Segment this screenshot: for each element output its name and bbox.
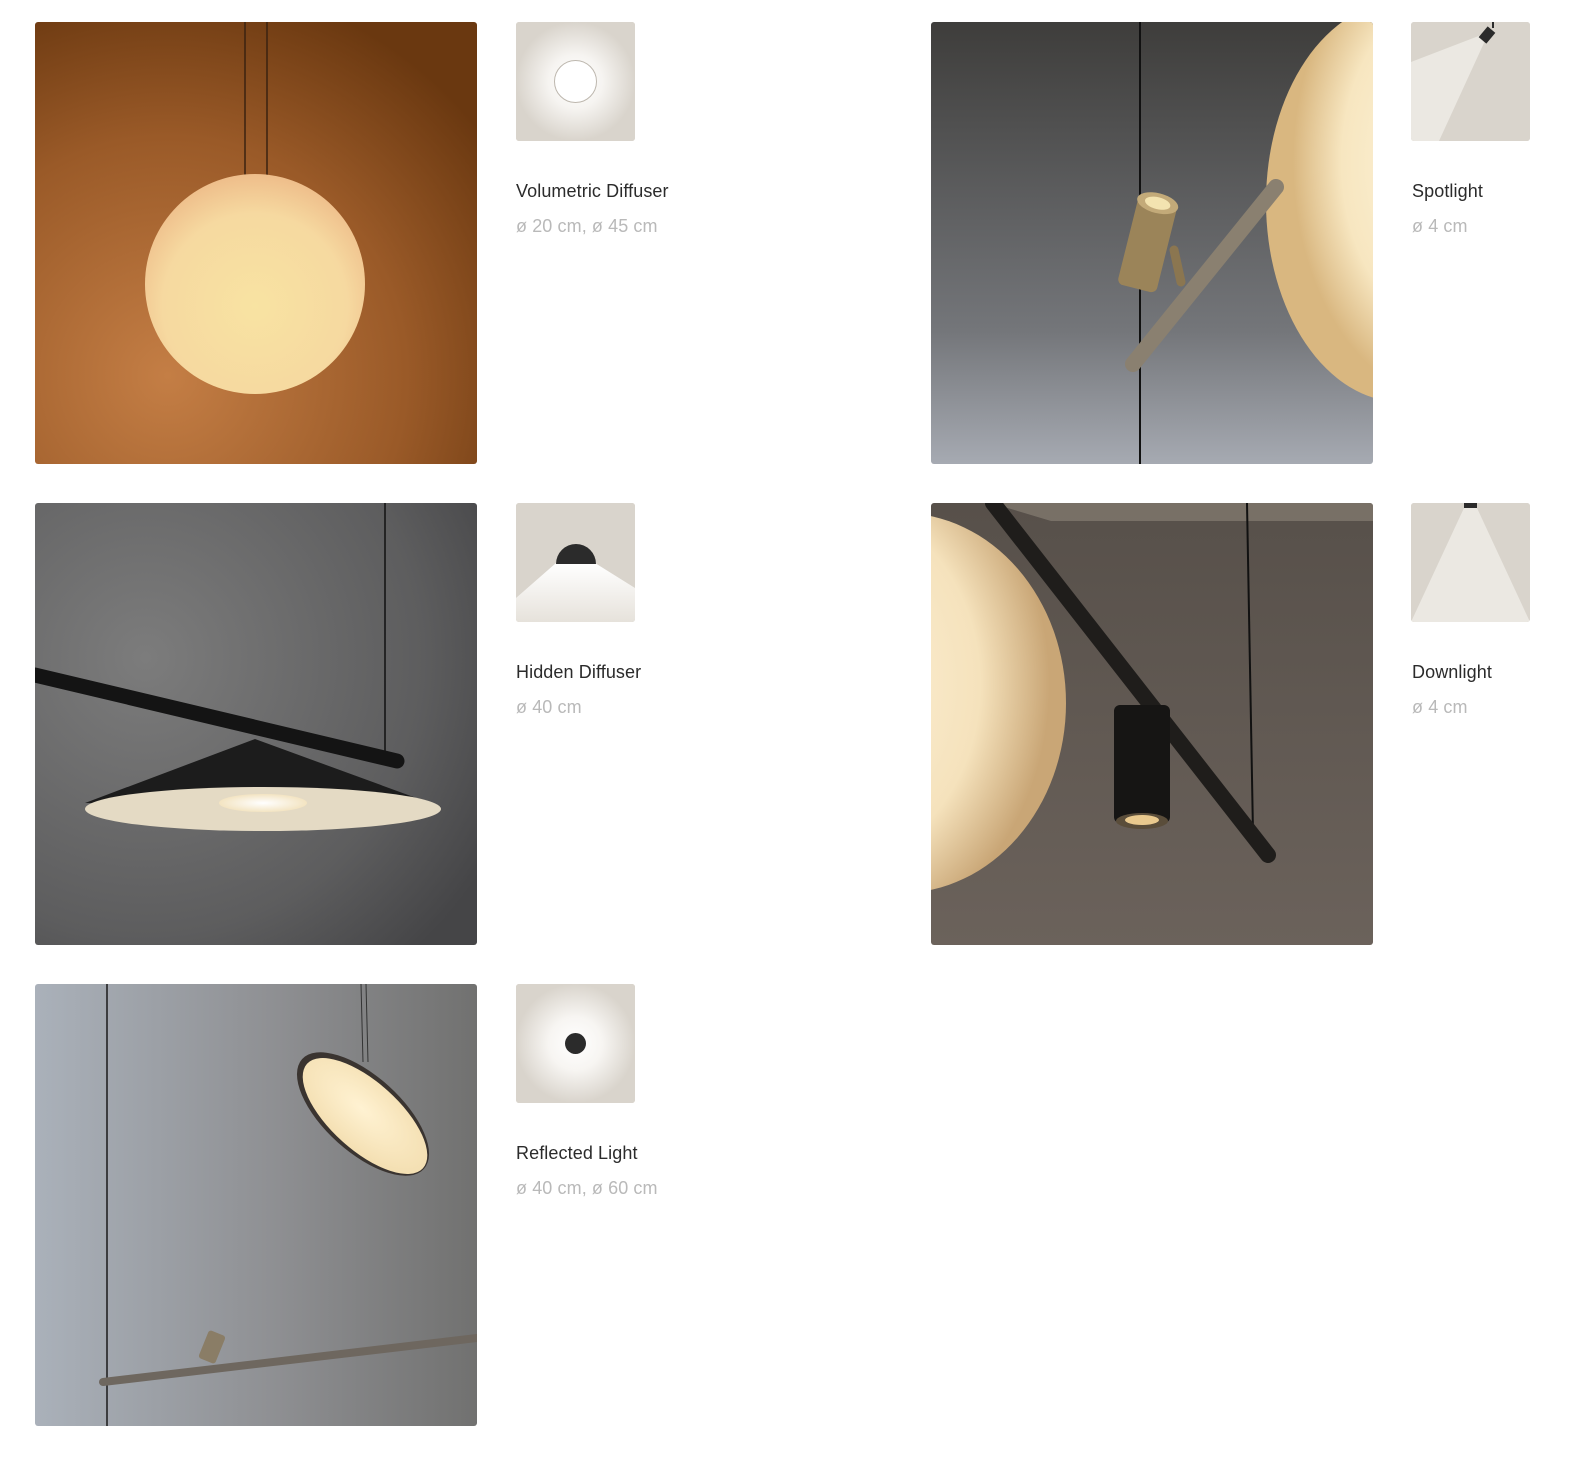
product-name: Spotlight [1412, 181, 1483, 201]
downlight-icon [1411, 503, 1530, 622]
product-size: ø 40 cm [516, 697, 582, 717]
downlight-photo[interactable] [931, 503, 1373, 945]
hidden-diffuser-icon [516, 503, 635, 622]
product-name: Downlight [1412, 662, 1492, 682]
spotlight-icon [1411, 22, 1530, 141]
product-size: ø 4 cm [1412, 697, 1468, 717]
spotlight-photo[interactable] [931, 22, 1373, 464]
volumetric-diffuser-icon [516, 22, 635, 141]
globe-pendant-photo[interactable] [35, 22, 477, 464]
reflected-light-icon [516, 984, 635, 1103]
product-name: Hidden Diffuser [516, 662, 642, 682]
product-size: ø 20 cm, ø 45 cm [516, 216, 658, 236]
product-size: ø 40 cm, ø 60 cm [516, 1178, 658, 1198]
product-name: Volumetric Diffuser [516, 181, 669, 201]
reflector-disc-photo[interactable] [35, 984, 477, 1426]
product-name: Reflected Light [516, 1143, 638, 1163]
product-size: ø 4 cm [1412, 216, 1468, 236]
cone-shade-photo[interactable] [35, 503, 477, 945]
